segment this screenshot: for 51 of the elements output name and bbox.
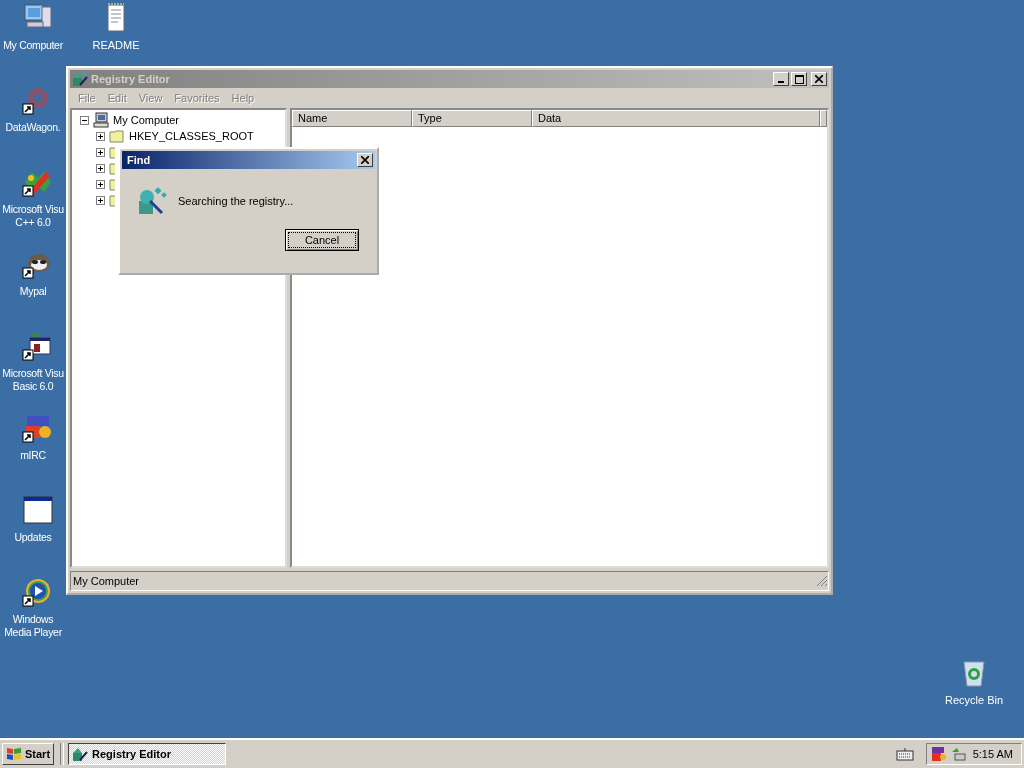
tree-item[interactable]: My Computer [113,114,180,126]
folder-icon [109,177,115,191]
column-header[interactable]: Name [292,110,412,127]
expand-toggle[interactable] [96,147,105,157]
icon-label: mIRC [19,449,47,462]
registry-search-icon [136,185,168,217]
computer-icon [93,112,109,128]
program-icon[interactable] [22,330,54,362]
column-header[interactable]: Type [412,110,532,127]
tree-item[interactable]: HKEY_CLASSES_ROOT [129,130,254,142]
taskbar-button[interactable]: Registry Editor [68,743,227,765]
maximize-button[interactable] [791,72,807,86]
icon-label: Updates [13,531,53,544]
minimize-button[interactable] [773,72,789,86]
cancel-button[interactable]: Cancel [285,229,359,251]
dialog-message: Searching the registry... [178,195,294,207]
window-icon[interactable] [22,494,54,526]
expand-toggle[interactable] [96,131,105,141]
collapse-toggle[interactable] [80,115,89,125]
folder-icon [109,161,115,175]
resize-grip-icon[interactable] [816,575,828,587]
icon-label: DataWagon. [4,121,62,134]
icon-label: Microsoft Visu Basic 6.0 [1,367,65,393]
icon-label: Recycle Bin [943,694,1005,707]
close-icon [815,75,823,83]
column-header[interactable]: Data [532,110,820,127]
icon-label: Microsoft Visu C++ 6.0 [1,203,65,229]
folder-icon [109,129,125,143]
dialog-title: Find [127,154,151,166]
folder-icon [109,193,115,207]
status-text: My Computer [73,575,140,587]
clock: 5:15 AM [972,748,1013,760]
expand-toggle[interactable] [96,163,105,173]
folder-icon [109,145,115,159]
windows-logo-icon [6,746,22,762]
start-button[interactable]: Start [2,743,55,765]
icon-label: Windows Media Player [3,613,63,639]
close-button[interactable] [357,153,373,167]
keyboard-icon[interactable] [896,747,914,761]
maximize-icon [794,74,804,84]
registry-icon [72,746,89,762]
expand-toggle[interactable] [96,195,105,205]
icon-label: My Computer [2,39,64,52]
close-icon [361,156,369,164]
window-title: Registry Editor [91,73,170,85]
column-header[interactable] [820,110,827,127]
close-button[interactable] [811,72,827,86]
icon-label: README [91,39,141,52]
expand-toggle[interactable] [96,179,105,189]
registry-icon [72,71,88,87]
icon-label: Mypal [18,285,48,298]
